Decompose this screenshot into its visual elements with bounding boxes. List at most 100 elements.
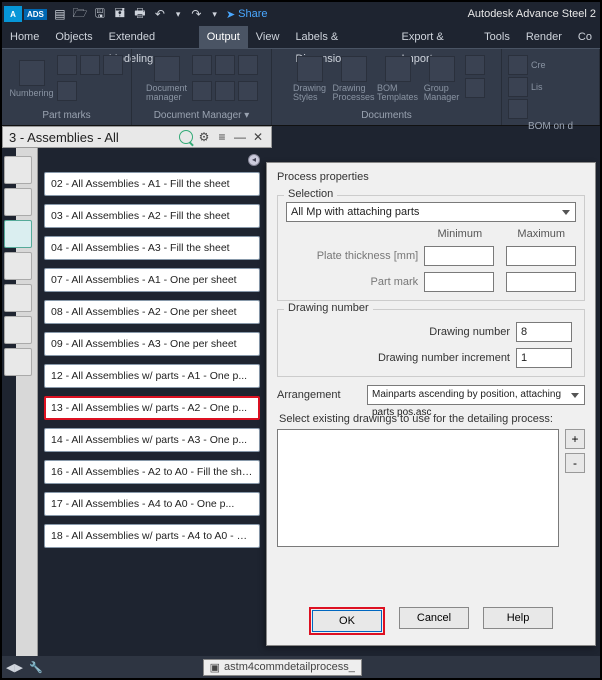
share-button[interactable]: ➤ Share xyxy=(226,8,268,21)
plate-min-input[interactable] xyxy=(424,246,494,266)
app-icon[interactable]: A xyxy=(4,6,22,22)
list-item[interactable]: 18 - All Assemblies w/ parts - A4 to A0 … xyxy=(44,524,260,548)
drawing-styles-button[interactable]: Drawing Styles xyxy=(289,55,331,103)
maximum-header: Maximum xyxy=(507,228,577,240)
list-item[interactable]: 17 - All Assemblies - A4 to A0 - One p..… xyxy=(44,492,260,516)
close-icon[interactable]: ✕ xyxy=(251,130,265,144)
partmark-max-input[interactable] xyxy=(506,272,576,292)
ribbon-group-documents: Drawing Styles Drawing Processes BOM Tem… xyxy=(272,49,502,125)
drawing-processes-button[interactable]: Drawing Processes xyxy=(333,55,375,103)
chevron-down-icon[interactable]: ▾ xyxy=(212,9,217,20)
strip-icon-7[interactable] xyxy=(4,348,32,376)
titlebar: A ADS ▤ 🗁 🖫 🖬 🖶 ↶ ▾ ↷ ▾ ➤ Share Autodesk… xyxy=(2,2,600,26)
strip-icon-6[interactable] xyxy=(4,316,32,344)
list-item[interactable]: 08 - All Assemblies - A2 - One per sheet xyxy=(44,300,260,324)
collapse-knob-icon[interactable]: ◂ xyxy=(248,154,260,166)
chevron-down-icon[interactable]: ▾ xyxy=(176,9,181,20)
list-item[interactable]: 07 - All Assemblies - A1 - One per sheet xyxy=(44,268,260,292)
tab-labels-dimensions[interactable]: Labels & Dimensions xyxy=(287,26,393,48)
numbering-label: Numbering xyxy=(9,88,53,98)
list-item[interactable]: 16 - All Assemblies - A2 to A0 - Fill th… xyxy=(44,460,260,484)
save-icon[interactable]: 🖫 xyxy=(93,7,107,21)
list-item[interactable]: 02 - All Assemblies - A1 - Fill the shee… xyxy=(44,172,260,196)
saveas-icon[interactable]: 🖬 xyxy=(113,7,127,21)
list-item[interactable]: 09 - All Assemblies - A3 - One per sheet xyxy=(44,332,260,356)
list-item-selected[interactable]: 13 - All Assemblies w/ parts - A2 - One … xyxy=(44,396,260,420)
tab-export-import[interactable]: Export & Import xyxy=(394,26,477,48)
tab-extended-modeling[interactable]: Extended Modeling xyxy=(101,26,199,48)
arrangement-combo[interactable]: Mainparts ascending by position, attachi… xyxy=(367,385,585,405)
ads-badge: ADS xyxy=(24,9,47,20)
plate-thickness-label: Plate thickness [mm] xyxy=(286,250,424,262)
ribbon-small-button[interactable] xyxy=(215,81,235,101)
ribbon-small-button[interactable] xyxy=(103,55,123,75)
ribbon-small-button[interactable] xyxy=(57,55,77,75)
list-item[interactable]: 03 - All Assemblies - A2 - Fill the shee… xyxy=(44,204,260,228)
ribbon-small-button[interactable] xyxy=(57,81,77,101)
ribbon-small-button[interactable] xyxy=(238,81,258,101)
ribbon-small-button[interactable] xyxy=(238,55,258,75)
strip-icon-5[interactable] xyxy=(4,284,32,312)
tab-tools[interactable]: Tools xyxy=(476,26,518,48)
minimum-header: Minimum xyxy=(425,228,495,240)
strip-icon-1[interactable] xyxy=(4,156,32,184)
list-item[interactable]: 14 - All Assemblies w/ parts - A3 - One … xyxy=(44,428,260,452)
tab-render[interactable]: Render xyxy=(518,26,570,48)
remove-button[interactable]: - xyxy=(565,453,585,473)
drawing-number-input[interactable] xyxy=(516,322,572,342)
tab-collab[interactable]: Co xyxy=(570,26,600,48)
existing-drawings-listbox[interactable] xyxy=(277,429,559,547)
numbering-button[interactable]: Numbering xyxy=(11,55,53,103)
bom-templates-button[interactable]: BOM Templates xyxy=(377,55,419,103)
undo-icon[interactable]: ↶ xyxy=(153,7,167,21)
selection-group: Selection All Mp with attaching parts Mi… xyxy=(277,195,585,301)
strip-icon-4[interactable] xyxy=(4,252,32,280)
open-icon[interactable]: 🗁 xyxy=(73,7,87,21)
ribbon: Numbering Part marks Document manager xyxy=(2,48,600,126)
minimize-icon[interactable]: — xyxy=(233,130,247,144)
status-chevron-right-icon[interactable]: ▶ xyxy=(14,661,22,674)
ribbon-small-button[interactable] xyxy=(508,55,528,75)
list-item[interactable]: 12 - All Assemblies w/ parts - A1 - One … xyxy=(44,364,260,388)
search-icon[interactable] xyxy=(179,130,193,144)
cancel-button[interactable]: Cancel xyxy=(399,607,469,629)
document-manager-button[interactable]: Document manager xyxy=(146,55,188,103)
gear-icon[interactable]: ⚙ xyxy=(197,130,211,144)
plate-max-input[interactable] xyxy=(506,246,576,266)
strip-icon-2[interactable] xyxy=(4,188,32,216)
ribbon-small-button[interactable] xyxy=(215,55,235,75)
drawing-increment-input[interactable] xyxy=(516,348,572,368)
panel-menu-icon[interactable]: ≡ xyxy=(215,130,229,144)
tab-home[interactable]: Home xyxy=(2,26,47,48)
ribbon-small-button[interactable] xyxy=(80,55,100,75)
tab-output[interactable]: Output xyxy=(199,26,248,48)
ribbon-small-button[interactable] xyxy=(192,81,212,101)
quick-access-toolbar: ▤ 🗁 🖫 🖬 🖶 ↶ ▾ ↷ ▾ xyxy=(53,7,220,21)
panel-title: 3 - Assemblies - All xyxy=(9,130,119,145)
ribbon-small-button[interactable] xyxy=(508,77,528,97)
arrangement-label: Arrangement xyxy=(277,389,367,401)
help-button[interactable]: Help xyxy=(483,607,553,629)
tab-objects[interactable]: Objects xyxy=(47,26,100,48)
partmark-min-input[interactable] xyxy=(424,272,494,292)
ribbon-small-button[interactable] xyxy=(192,55,212,75)
ribbon-small-button[interactable] xyxy=(465,55,485,75)
panel-header: 3 - Assemblies - All ⚙ ≡ — ✕ xyxy=(2,126,272,148)
status-chevron-left-icon[interactable]: ◀ xyxy=(6,661,14,674)
command-tab[interactable]: ▣ astm4commdetailprocess_ xyxy=(203,659,362,676)
strip-icon-3[interactable] xyxy=(4,220,32,248)
print-icon[interactable]: 🖶 xyxy=(133,7,147,21)
ribbon-small-button[interactable] xyxy=(508,99,528,119)
new-icon[interactable]: ▤ xyxy=(53,7,67,21)
ok-button[interactable]: OK xyxy=(312,610,382,632)
tab-view[interactable]: View xyxy=(248,26,288,48)
ribbon-small-button[interactable] xyxy=(465,78,485,98)
add-button[interactable]: + xyxy=(565,429,585,449)
list-item[interactable]: 04 - All Assemblies - A3 - Fill the shee… xyxy=(44,236,260,260)
selection-combo[interactable]: All Mp with attaching parts xyxy=(286,202,576,222)
group-manager-button[interactable]: Group Manager xyxy=(421,55,463,103)
redo-icon[interactable]: ↷ xyxy=(189,7,203,21)
ribbon-group-bom: Cre Lis BOM on d xyxy=(502,49,600,125)
wrench-icon[interactable]: 🔧 xyxy=(29,661,43,674)
part-mark-label: Part mark xyxy=(286,276,424,288)
